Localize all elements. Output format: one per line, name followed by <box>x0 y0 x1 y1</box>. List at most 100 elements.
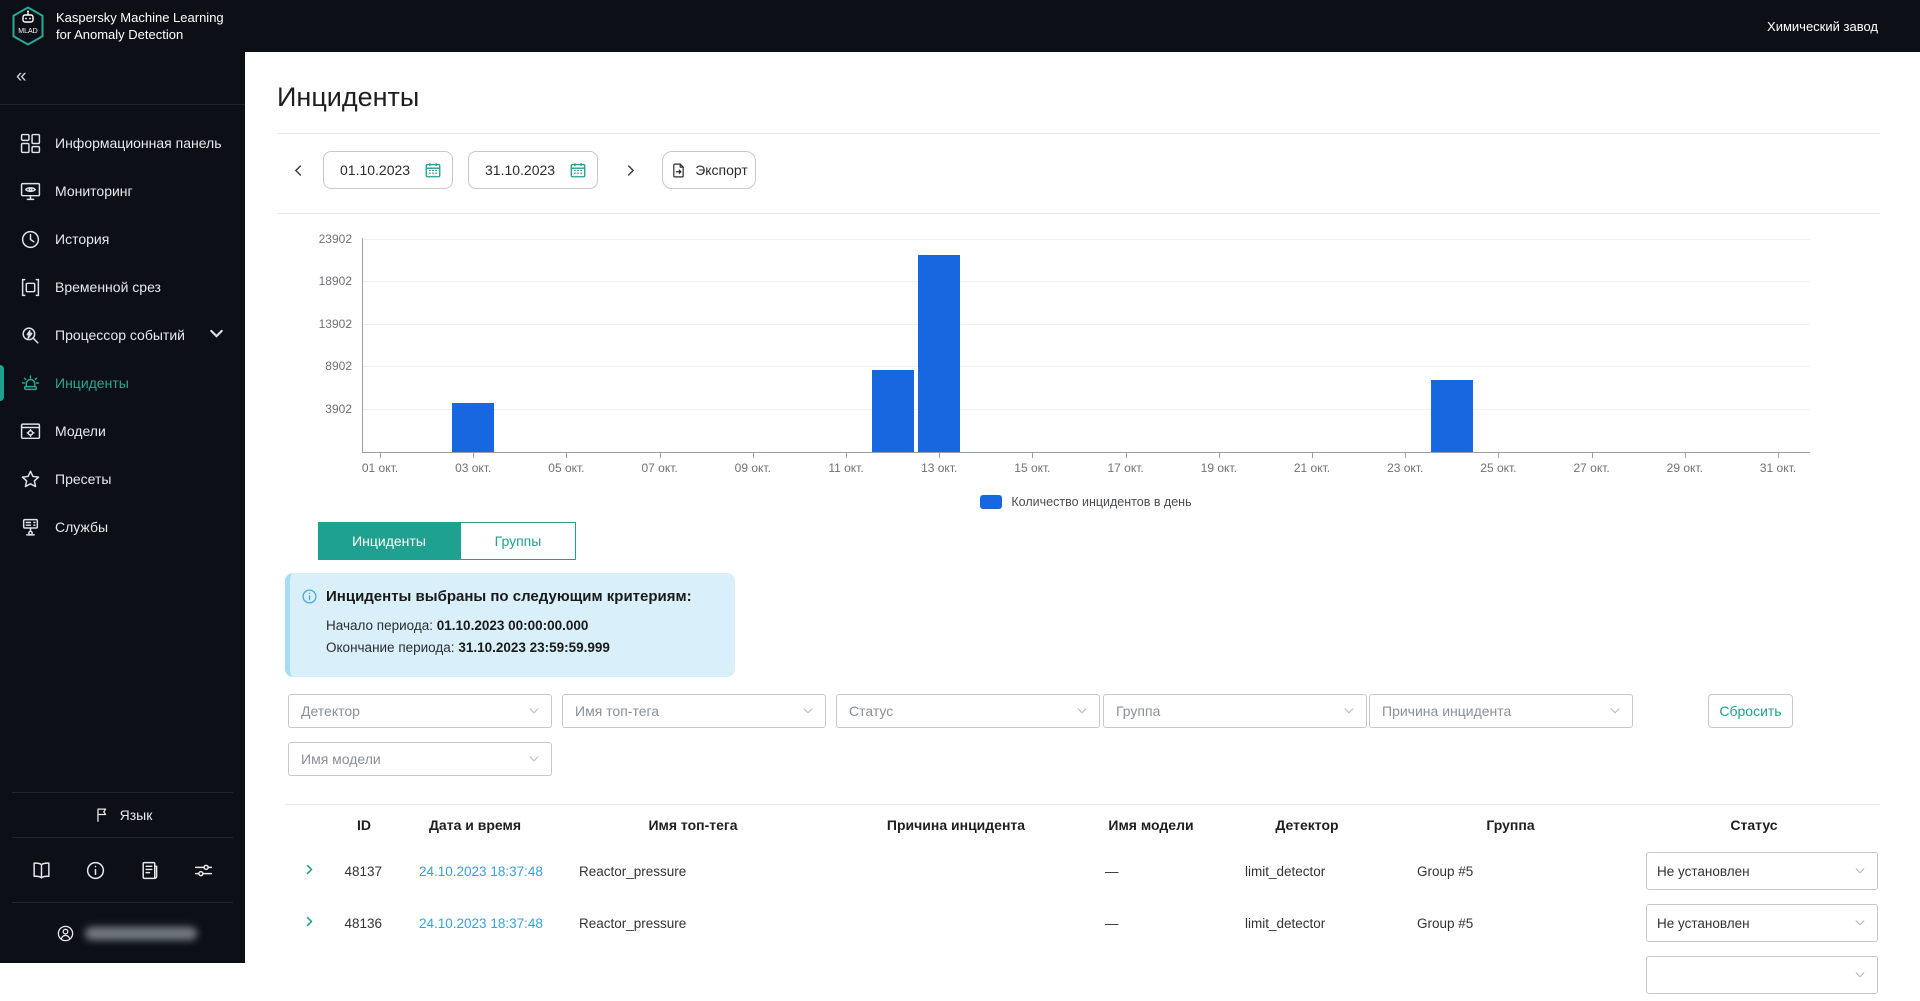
xnub <box>1219 453 1220 458</box>
site-name: Химический завод <box>1767 19 1878 34</box>
divider <box>277 133 1880 134</box>
export-button[interactable]: Экспорт <box>662 151 756 189</box>
release-notes-icon[interactable] <box>139 860 160 881</box>
language-switcher[interactable]: Язык <box>0 793 245 837</box>
bar <box>452 403 494 452</box>
incident-datetime-link[interactable]: 24.10.2023 18:37:48 <box>419 916 543 931</box>
legend-swatch <box>980 495 1002 509</box>
presets-star-icon <box>20 469 41 490</box>
filter-group[interactable]: Группа <box>1103 694 1367 728</box>
table-row: 48137 24.10.2023 18:37:48 Reactor_pressu… <box>285 845 1880 897</box>
xnub <box>1312 453 1313 458</box>
col-status: Статус <box>1628 805 1880 845</box>
calendar-icon[interactable] <box>569 161 587 179</box>
chevron-right-icon <box>623 163 638 178</box>
xtick: 19 окт. <box>1184 461 1254 475</box>
col-expand <box>285 805 333 845</box>
sidebar-item-label: Модели <box>55 423 106 439</box>
gridline <box>362 281 1810 282</box>
info-icon <box>301 588 318 605</box>
sidebar-item-models[interactable]: Модели <box>0 407 245 455</box>
export-label: Экспорт <box>695 162 748 178</box>
cell-cause <box>831 845 1081 897</box>
xtick: 07 окт. <box>625 461 695 475</box>
expand-row-icon[interactable] <box>303 915 316 931</box>
col-cause: Причина инцидента <box>831 805 1081 845</box>
status-select[interactable]: Не установлен <box>1646 852 1878 890</box>
cell-detector: limit_detector <box>1221 845 1393 897</box>
date-to-input[interactable]: 31.10.2023 <box>468 151 598 189</box>
ytick: 3902 <box>300 402 352 416</box>
tab-groups[interactable]: Группы <box>460 522 576 560</box>
sidebar-item-services[interactable]: Службы <box>0 503 245 551</box>
filter-detector[interactable]: Детектор <box>288 694 552 728</box>
filter-incident-cause[interactable]: Причина инцидента <box>1369 694 1633 728</box>
divider <box>0 104 245 105</box>
date-from-input[interactable]: 01.10.2023 <box>323 151 453 189</box>
col-top-tag: Имя топ-тега <box>555 805 831 845</box>
filter-top-tag[interactable]: Имя топ-тега <box>562 694 826 728</box>
settings-sliders-icon[interactable] <box>193 860 214 881</box>
sidebar-item-history[interactable]: История <box>0 215 245 263</box>
sidebar-item-label: Временной срез <box>55 279 161 295</box>
models-icon <box>20 421 41 442</box>
chevron-down-icon <box>1853 968 1867 982</box>
user-menu[interactable] <box>0 903 245 963</box>
monitoring-icon <box>20 181 41 202</box>
xnub <box>380 453 381 458</box>
topbar: Химический завод <box>245 0 1920 52</box>
info-icon[interactable] <box>85 860 106 881</box>
sidebar-collapse-button[interactable]: « <box>0 52 50 98</box>
sidebar-item-incidents[interactable]: Инциденты <box>0 359 245 407</box>
xnub <box>1685 453 1686 458</box>
sidebar-item-event-processor[interactable]: Процессор событий <box>0 311 245 359</box>
reset-filters-button[interactable]: Сбросить <box>1708 694 1793 728</box>
incidents-chart: Количество инцидентов в день 39028902139… <box>300 227 1880 520</box>
history-clock-icon <box>20 229 41 250</box>
xnub <box>1498 453 1499 458</box>
sidebar-item-label: Информационная панель <box>55 135 222 151</box>
gridline <box>362 366 1810 367</box>
sidebar-footer: Язык <box>0 792 245 963</box>
app-title: Kaspersky Machine Learning for Anomaly D… <box>56 9 224 43</box>
xnub <box>1126 453 1127 458</box>
date-from-value: 01.10.2023 <box>340 162 410 178</box>
sidebar-item-label: Мониторинг <box>55 183 133 199</box>
cell-cause <box>831 897 1081 949</box>
sidebar-item-monitoring[interactable]: Мониторинг <box>0 167 245 215</box>
xnub <box>753 453 754 458</box>
filter-model-name[interactable]: Имя модели <box>288 742 552 776</box>
col-group: Группа <box>1393 805 1628 845</box>
guide-book-icon[interactable] <box>31 860 52 881</box>
xnub <box>660 453 661 458</box>
xtick: 31 окт. <box>1743 461 1813 475</box>
next-period-button[interactable] <box>617 151 643 189</box>
status-select[interactable] <box>1646 956 1878 994</box>
tab-incidents[interactable]: Инциденты <box>318 522 460 560</box>
status-select[interactable]: Не установлен <box>1646 904 1878 942</box>
prev-period-button[interactable] <box>285 151 311 189</box>
xtick: 09 окт. <box>718 461 788 475</box>
xnub <box>1778 453 1779 458</box>
divider <box>277 213 1880 214</box>
cell-top-tag: Reactor_pressure <box>555 845 831 897</box>
event-processor-icon <box>20 325 41 346</box>
page-title: Инциденты <box>277 82 419 113</box>
sidebar-item-label: Службы <box>55 519 108 535</box>
info-box-title: Инциденты выбраны по следующим критериям… <box>326 588 692 605</box>
xnub <box>1592 453 1593 458</box>
xtick: 05 окт. <box>531 461 601 475</box>
sidebar-menu: Информационная панель Мониторинг История… <box>0 111 245 551</box>
sidebar-item-time-slice[interactable]: Временной срез <box>0 263 245 311</box>
sidebar-item-presets[interactable]: Пресеты <box>0 455 245 503</box>
filter-status[interactable]: Статус <box>836 694 1100 728</box>
ytick: 23902 <box>300 232 352 246</box>
chevron-down-icon <box>527 704 541 718</box>
incident-datetime-link[interactable]: 24.10.2023 18:37:48 <box>419 864 543 879</box>
calendar-icon[interactable] <box>424 161 442 179</box>
user-email-redacted <box>85 927 197 940</box>
ytick: 18902 <box>300 274 352 288</box>
cell-id: 48137 <box>333 845 395 897</box>
expand-row-icon[interactable] <box>303 863 316 879</box>
sidebar-item-dashboard[interactable]: Информационная панель <box>0 119 245 167</box>
